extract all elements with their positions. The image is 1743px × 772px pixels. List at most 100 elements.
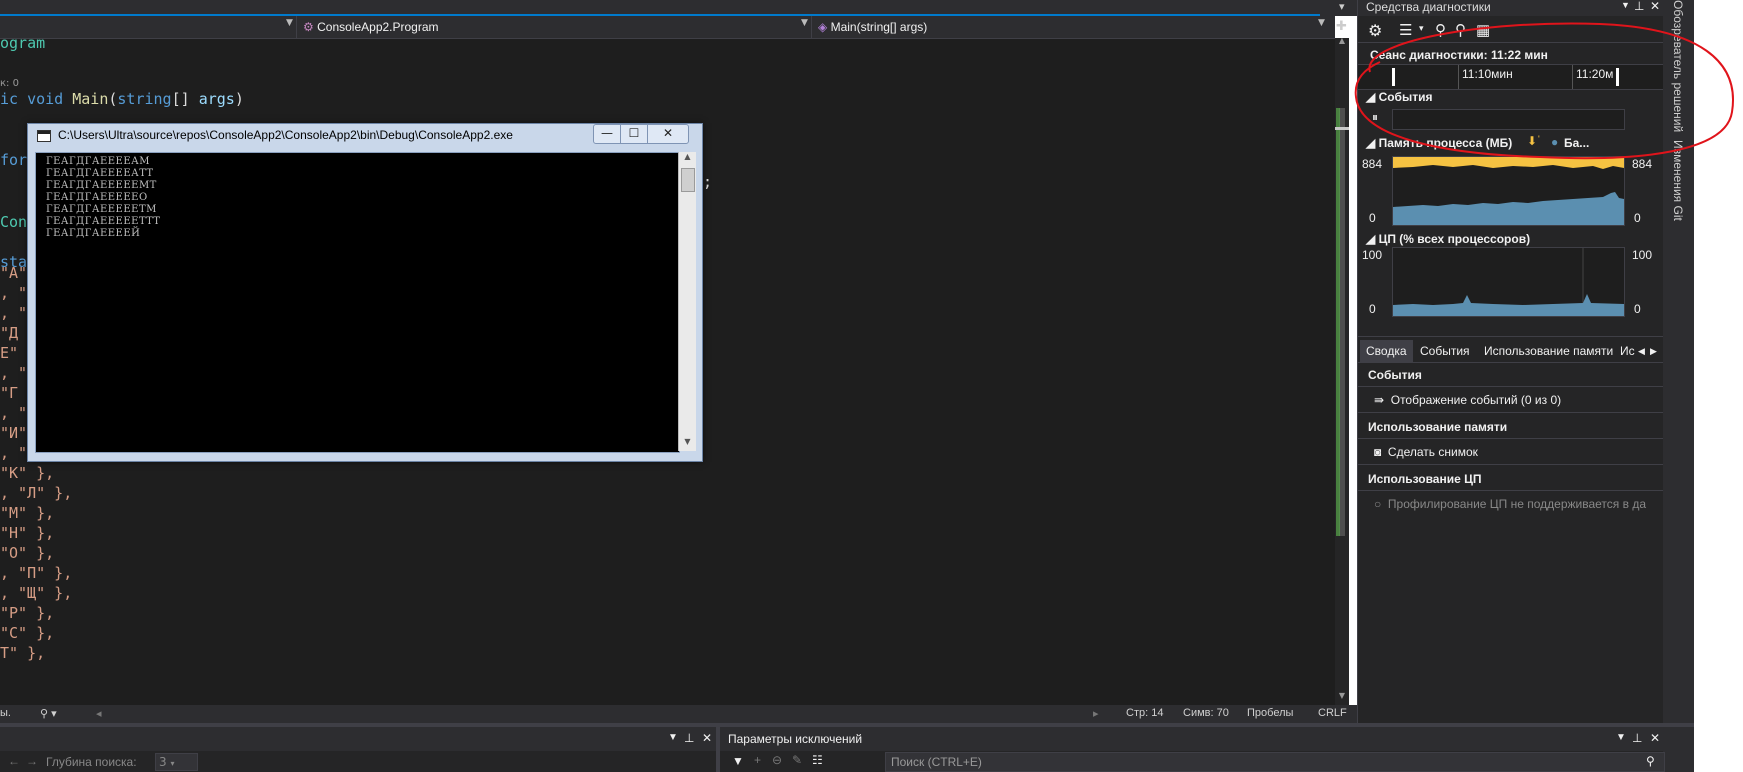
events-list-icon: ⇛ <box>1374 393 1385 407</box>
chevron-down-icon[interactable]: ▼ <box>1318 18 1325 28</box>
console-output[interactable]: ГЕАГДГАЕЕЕЕАМ ГЕАГДГАЕЕЕЕАТТ ГЕАГДГАЕЕЕЕЕМ… <box>35 152 680 453</box>
class-dropdown[interactable]: ⚙ ConsoleApp2.Program <box>303 18 439 36</box>
locals-panel-header: ▼ ⊥ ✕ <box>0 731 716 749</box>
scroll-down-icon[interactable]: ▼ <box>1335 691 1349 701</box>
issues-icon[interactable]: ⚲ ▾ <box>40 707 57 720</box>
bottom-panels: ▼ ⊥ ✕ ← → Глубина поиска: 3 ▾ Параметры … <box>0 723 1743 772</box>
memory-area <box>1393 192 1624 225</box>
forward-arrow-icon[interactable]: → <box>26 754 38 768</box>
cpu-profiling-item: ○ Профилирование ЦП не поддерживается в … <box>1374 497 1647 511</box>
close-icon[interactable]: ✕ <box>702 731 712 745</box>
method-icon: ◈ <box>818 20 828 34</box>
list-icon[interactable]: ☷ <box>812 753 823 767</box>
remove-icon[interactable]: ⊖ <box>772 753 782 767</box>
code-line-entry[interactable]: "Г <box>0 383 18 403</box>
panel-menu-icon[interactable]: ▼ <box>668 732 678 743</box>
tab-scroll-left-icon[interactable]: ◀ <box>1638 340 1645 362</box>
console-output-line: ГЕАГДГАЕЕЕЕЕМТ <box>46 180 157 191</box>
chevron-down-icon: ▾ <box>170 759 175 768</box>
tab-summary[interactable]: Сводка <box>1360 340 1413 362</box>
search-icon[interactable]: ⚲ <box>1646 754 1655 768</box>
scroll-down-icon[interactable]: ▼ <box>679 437 696 451</box>
code-line[interactable]: ogram <box>0 33 45 53</box>
code-line-entry[interactable]: Е" <box>0 343 18 363</box>
filter-icon[interactable]: ▼ <box>732 754 744 768</box>
code-line-entry[interactable]: "М" }, <box>0 503 54 523</box>
exceptions-search-input[interactable]: Поиск (CTRL+E) ⚲ <box>885 752 1665 772</box>
line-ending-indicator[interactable]: CRLF <box>1318 707 1347 719</box>
close-icon[interactable]: ✕ <box>1650 731 1660 745</box>
code-line-entry[interactable]: , "Л" }, <box>0 483 72 503</box>
console-output-line: ГЕАГДГАЕЕЕЕЕТТТ <box>46 216 161 227</box>
console-output-line: ГЕАГДГАЕЕЕЕЕО <box>46 192 148 203</box>
chevron-down-icon[interactable]: ▼ <box>286 18 293 28</box>
editor-status-bar: ы. ⚲ ▾ ◂ ▸ Стр: 14 Симв: 70 Пробелы CRLF <box>0 705 1357 723</box>
section-events: События <box>1368 368 1422 382</box>
add-icon[interactable]: + <box>754 753 761 767</box>
console-output-line: ГЕАГДГАЕЕЕЕЙ <box>46 228 141 239</box>
change-marker <box>1336 108 1340 536</box>
class-icon: ⚙ <box>303 20 314 34</box>
pin-icon[interactable]: ⊥ <box>684 731 694 745</box>
navigate-forward-icon[interactable]: ▸ <box>1093 707 1099 720</box>
camera-icon: ◙ <box>1374 445 1382 459</box>
tab-memory-usage[interactable]: Использование памяти <box>1478 340 1619 362</box>
red-annotation-ellipse <box>1354 22 1734 160</box>
maximize-button[interactable]: ☐ <box>620 124 648 144</box>
tab-scroll-right-icon[interactable]: ▶ <box>1650 340 1657 362</box>
code-line-entry[interactable]: Т" }, <box>0 643 45 663</box>
code-line-entry[interactable]: "Д <box>0 323 18 343</box>
scrollbar-thumb[interactable] <box>681 168 695 192</box>
cpu-chart-svg <box>1393 248 1624 316</box>
code-line-for[interactable]: for <box>0 150 27 170</box>
console-output-line: ГЕАГДГАЕЕЕЕАТТ <box>46 168 154 179</box>
navigate-back-icon[interactable]: ◂ <box>96 707 102 720</box>
line-indicator[interactable]: Стр: 14 <box>1126 707 1163 719</box>
console-scrollbar[interactable]: ▲ ▼ <box>678 152 696 451</box>
cpu-chart[interactable] <box>1392 247 1625 317</box>
minimize-button[interactable]: — <box>593 124 621 144</box>
take-snapshot-button[interactable]: ◙ Сделать снимок <box>1374 445 1478 459</box>
code-line-entry[interactable]: "С" }, <box>0 623 54 643</box>
exceptions-toolbar: ▼ + ⊖ ✎ ☷ Поиск (CTRL+E) ⚲ <box>720 751 1665 772</box>
code-line-entry[interactable]: , "Щ" }, <box>0 583 72 603</box>
console-app-icon <box>37 130 51 142</box>
console-output-line: ГЕАГДГАЕЕЕЕАМ <box>46 156 150 167</box>
close-button[interactable]: ✕ <box>647 124 689 144</box>
console-output-line: ГЕАГДГАЕЕЕЕЕТМ <box>46 204 157 215</box>
scroll-up-icon[interactable]: ▲ <box>679 152 696 166</box>
panel-menu-icon[interactable]: ▼ <box>1621 0 1630 10</box>
exceptions-panel-header: Параметры исключений ▼ ⊥ ✕ <box>720 731 1663 749</box>
locals-toolbar: ← → Глубина поиска: 3 ▾ <box>0 751 716 772</box>
tab-cpu-usage[interactable]: Ис <box>1614 340 1641 362</box>
exceptions-title: Параметры исключений <box>728 732 863 746</box>
tab-events[interactable]: События <box>1414 340 1476 362</box>
code-line-entry[interactable]: "К" }, <box>0 463 54 483</box>
references-codelens[interactable]: к: 0 <box>0 78 19 89</box>
code-line-entry[interactable]: "А" <box>0 263 27 283</box>
column-indicator[interactable]: Симв: 70 <box>1183 707 1229 719</box>
console-window[interactable]: C:\Users\Ultra\source\repos\ConsoleApp2\… <box>27 123 703 462</box>
code-line-entry[interactable]: , "П" }, <box>0 563 72 583</box>
show-events-item[interactable]: ⇛ Отображение событий (0 из 0) <box>1374 393 1561 407</box>
code-line-entry[interactable]: "Р" }, <box>0 603 54 623</box>
code-line-entry[interactable]: "Н" }, <box>0 523 54 543</box>
chevron-down-icon[interactable]: ▼ <box>801 18 808 28</box>
diag-tabs: Сводка События Использование памяти Ис ◀… <box>1358 340 1664 362</box>
code-line-main[interactable]: ic void Main(string[] args) <box>0 89 244 109</box>
console-title: C:\Users\Ultra\source\repos\ConsoleApp2\… <box>58 128 513 142</box>
cpu-expander[interactable]: ◢ ЦП (% всех процессоров) <box>1366 232 1530 246</box>
panel-menu-icon[interactable]: ▼ <box>1616 732 1626 743</box>
edit-icon[interactable]: ✎ <box>792 753 802 767</box>
code-line-entry[interactable]: "О" }, <box>0 543 54 563</box>
navigation-bar: ▼ ⚙ ConsoleApp2.Program ▼ ◈ Main(string[… <box>0 16 1347 39</box>
section-memory: Использование памяти <box>1368 420 1508 434</box>
whitespace-indicator[interactable]: Пробелы <box>1247 707 1293 719</box>
section-cpu: Использование ЦП <box>1368 472 1482 486</box>
method-dropdown[interactable]: ◈ Main(string[] args) <box>818 18 927 36</box>
record-icon: ○ <box>1374 497 1382 511</box>
cpu-area <box>1393 294 1624 316</box>
pin-icon[interactable]: ⊥ <box>1632 731 1642 745</box>
back-arrow-icon[interactable]: ← <box>8 754 20 768</box>
search-depth-select[interactable]: 3 ▾ <box>155 753 198 771</box>
